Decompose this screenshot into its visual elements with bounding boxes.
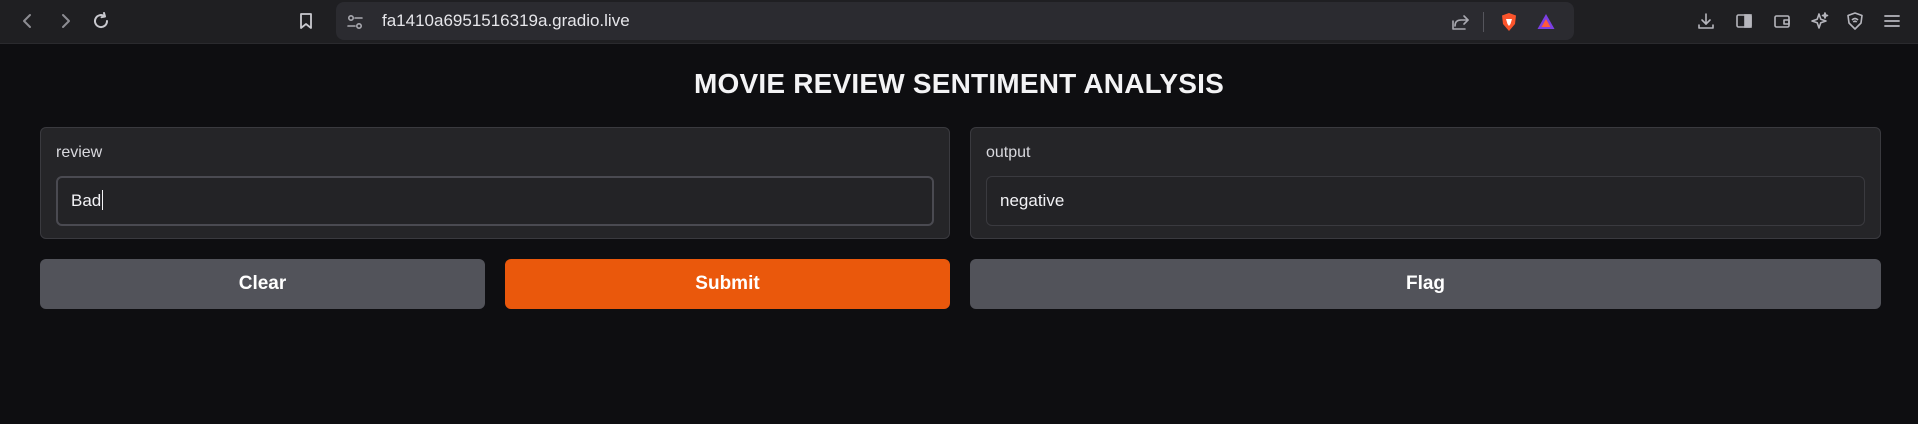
clear-button[interactable]: Clear [40, 259, 485, 309]
site-settings-icon[interactable] [344, 11, 366, 33]
text-caret [102, 190, 104, 211]
share-icon[interactable] [1449, 11, 1471, 33]
review-text: Bad [71, 191, 102, 210]
back-icon[interactable] [13, 6, 43, 36]
brave-rewards-icon[interactable] [1535, 11, 1557, 33]
review-label: review [56, 144, 103, 161]
address-bar[interactable]: fa1410a6951516319a.gradio.live [336, 2, 1574, 40]
submit-button[interactable]: Submit [505, 259, 950, 309]
browser-toolbar: fa1410a6951516319a.gradio.live [0, 0, 1918, 44]
flag-button[interactable]: Flag [970, 259, 1881, 309]
review-textbox[interactable]: Bad [56, 176, 934, 226]
review-input-panel: review Bad [40, 127, 950, 239]
download-icon[interactable] [1694, 9, 1718, 33]
bookmark-icon[interactable] [291, 6, 321, 36]
output-label: output [986, 144, 1031, 161]
sidebar-icon[interactable] [1732, 9, 1756, 33]
url-text[interactable]: fa1410a6951516319a.gradio.live [382, 2, 630, 40]
wallet-icon[interactable] [1770, 9, 1794, 33]
menu-icon[interactable] [1880, 9, 1904, 33]
output-textbox[interactable]: negative [986, 176, 1865, 226]
separator [1483, 12, 1484, 32]
vpn-shield-icon[interactable] [1843, 9, 1867, 33]
reload-icon[interactable] [86, 6, 116, 36]
forward-icon[interactable] [50, 6, 80, 36]
page-title: MOVIE REVIEW SENTIMENT ANALYSIS [694, 68, 1224, 99]
brave-shields-icon[interactable] [1498, 11, 1520, 33]
output-panel: output negative [970, 127, 1881, 239]
leo-ai-icon[interactable] [1808, 9, 1832, 33]
